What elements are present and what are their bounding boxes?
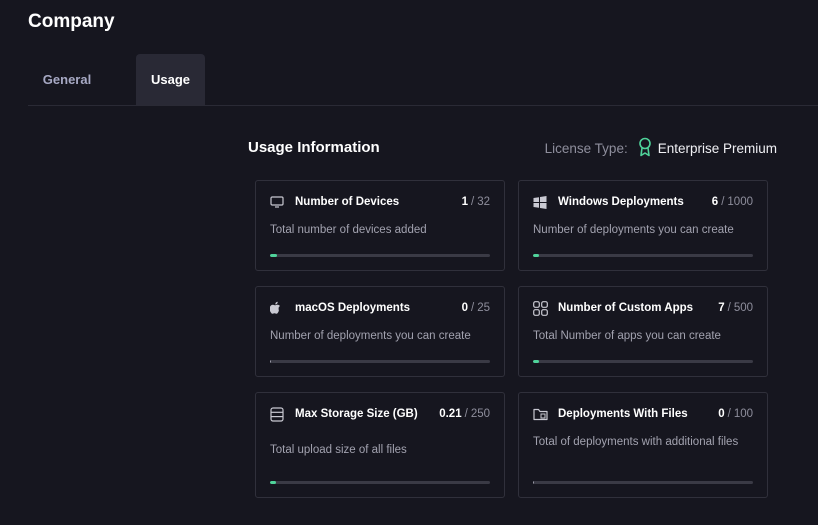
license-type-label: License Type: xyxy=(544,140,628,156)
apps-grid-icon xyxy=(533,300,550,316)
card-description: Number of deployments you can create xyxy=(533,224,734,236)
progress-bar xyxy=(533,360,753,363)
card-title: Number of Custom Apps xyxy=(558,302,694,314)
card-title: Max Storage Size (GB) xyxy=(295,408,418,420)
card-description: Total upload size of all files xyxy=(270,444,407,456)
usage-count: 1/32 xyxy=(461,196,490,208)
card-title: Deployments With Files xyxy=(558,408,688,420)
database-icon xyxy=(270,406,287,422)
card-title: macOS Deployments xyxy=(295,302,411,314)
card-description: Number of deployments you can create xyxy=(270,330,471,342)
usage-card-macos-deployments: macOS Deployments 0/25 Number of deploym… xyxy=(255,286,505,377)
card-description: Total number of devices added xyxy=(270,224,427,236)
progress-bar xyxy=(270,360,490,363)
usage-section-title: Usage Information xyxy=(248,139,380,156)
page-title: Company xyxy=(28,11,115,32)
monitor-icon xyxy=(270,194,287,210)
progress-bar xyxy=(270,481,490,484)
award-ribbon-icon xyxy=(638,137,652,160)
progress-bar xyxy=(533,481,753,484)
folder-file-icon xyxy=(533,406,550,422)
usage-count: 0.21/250 xyxy=(439,408,490,420)
progress-bar xyxy=(270,254,490,257)
usage-count: 6/1000 xyxy=(711,196,753,208)
usage-card-storage: Max Storage Size (GB) 0.21/250 Total upl… xyxy=(255,392,505,498)
tab-usage[interactable]: Usage xyxy=(136,54,205,105)
tab-general[interactable]: General xyxy=(28,54,106,105)
usage-count: 0/100 xyxy=(718,408,753,420)
usage-card-custom-apps: Number of Custom Apps 7/500 Total Number… xyxy=(518,286,768,377)
card-title: Windows Deployments xyxy=(558,196,684,208)
usage-count: 7/500 xyxy=(718,302,753,314)
progress-bar xyxy=(533,254,753,257)
apple-icon xyxy=(270,300,287,316)
windows-icon xyxy=(533,194,550,210)
usage-count: 0/25 xyxy=(461,302,490,314)
card-description: Total Number of apps you can create xyxy=(533,330,721,342)
usage-card-windows-deployments: Windows Deployments 6/1000 Number of dep… xyxy=(518,180,768,271)
usage-card-devices: Number of Devices 1/32 Total number of d… xyxy=(255,180,505,271)
tab-bar: General Usage xyxy=(28,54,818,106)
license-type-value: Enterprise Premium xyxy=(657,140,777,156)
card-title: Number of Devices xyxy=(295,196,400,208)
card-description: Total of deployments with additional fil… xyxy=(533,436,739,448)
usage-card-deployments-with-files: Deployments With Files 0/100 Total of de… xyxy=(518,392,768,498)
license-type: License Type: Enterprise Premium xyxy=(545,137,777,159)
